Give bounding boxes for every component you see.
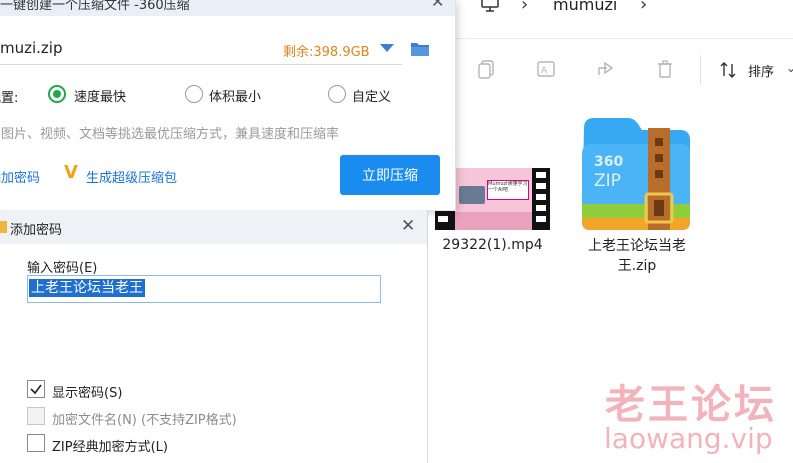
checkbox-icon — [27, 434, 45, 452]
dropdown-arrow-icon[interactable] — [380, 44, 394, 52]
password-value: 上老王论坛当老王 — [29, 279, 145, 297]
password-titlebar: 添加密码 ✕ — [0, 210, 427, 244]
option-fastest[interactable]: 速度最快 — [48, 83, 148, 105]
file-name: 29322(1).mp4 — [442, 237, 543, 253]
browse-folder-icon[interactable] — [410, 40, 430, 58]
radio-selected-icon — [48, 85, 66, 103]
laptop-illustration — [459, 186, 485, 204]
svg-text:A: A — [541, 66, 548, 76]
compress-dialog: 一键创建一个压缩文件 -360压缩 ✕ muzi.zip 剩余:398.9GB … — [0, 0, 456, 211]
computer-icon[interactable] — [480, 0, 500, 14]
chevron-down-icon: ⌄ — [786, 61, 793, 75]
option-hint: 为图片、视频、文档等挑选最优压缩方式，兼具速度和压缩率 — [0, 127, 340, 141]
watermark-url: laowang.vip — [604, 422, 773, 455]
option-label: 体积最小 — [209, 90, 262, 105]
option-smallest[interactable]: 体积最小 — [185, 83, 285, 105]
rename-icon[interactable]: A — [535, 58, 557, 80]
breadcrumb-folder[interactable]: mumuzi — [553, 0, 617, 14]
archive-path-input[interactable]: muzi.zip 剩余:398.9GB — [0, 33, 402, 65]
file-item[interactable]: 360 ZIP 上老王论坛当老王.zip — [572, 112, 702, 277]
thumb-caption-box: Mumuzi读懂学习一个AI吧 — [487, 180, 529, 200]
compress-title: 一键创建一个压缩文件 -360压缩 — [0, 0, 190, 13]
toolbar-vdivider — [700, 55, 701, 85]
desk-illustration — [455, 212, 532, 230]
close-icon[interactable]: ✕ — [431, 0, 444, 11]
encrypt-filename-checkbox: 加密文件名(N) (不支持ZIP格式) — [27, 407, 287, 428]
toolbar-divider — [455, 38, 793, 39]
config-label: 配置: — [0, 91, 19, 106]
delete-icon[interactable] — [654, 58, 676, 80]
checkbox-checked-icon — [27, 380, 45, 398]
option-custom[interactable]: 自定义 — [328, 83, 418, 105]
sort-icon — [720, 62, 736, 78]
password-dialog-title: 添加密码 — [10, 223, 63, 238]
password-label: 输入密码(E) — [27, 261, 98, 276]
radio-icon — [328, 85, 346, 103]
option-label: 自定义 — [352, 90, 392, 105]
svg-text:360: 360 — [594, 154, 623, 170]
super-pack-link[interactable]: V 生成超级压缩包 — [64, 162, 204, 186]
film-holes — [536, 172, 548, 222]
checkbox-label: 显示密码(S) — [52, 386, 123, 401]
zip-classic-encryption-checkbox[interactable]: ZIP经典加密方式(L) — [27, 434, 227, 455]
link-clip: 添加密码 — [0, 167, 60, 185]
v-badge-icon: V — [64, 162, 78, 183]
checkbox-label: 加密文件名(N) (不支持ZIP格式) — [52, 413, 237, 428]
compress-titlebar: 一键创建一个压缩文件 -360压缩 ✕ — [0, 0, 455, 16]
option-label: 速度最快 — [74, 90, 127, 105]
super-pack-label: 生成超级压缩包 — [86, 171, 178, 186]
thumb-caption: Mumuzi读懂学习一个AI吧 — [488, 181, 528, 193]
show-password-checkbox[interactable]: 显示密码(S) — [27, 380, 227, 401]
app-icon — [0, 221, 7, 233]
file-name: 上老王论坛当老王.zip — [588, 238, 686, 274]
zip-archive-icon: 360 ZIP — [576, 114, 696, 232]
archive-path-value: muzi.zip — [0, 39, 63, 57]
svg-text:ZIP: ZIP — [594, 171, 621, 191]
copy-icon[interactable] — [475, 58, 497, 80]
add-password-dialog: 添加密码 ✕ 输入密码(E) 上老王论坛当老王 显示密码(S) 加密文件名(N)… — [0, 210, 428, 463]
breadcrumb-separator-icon: › — [640, 0, 648, 15]
share-icon[interactable] — [595, 58, 617, 80]
breadcrumb-separator-icon: › — [521, 0, 529, 15]
checkbox-label: ZIP经典加密方式(L) — [52, 440, 168, 455]
sort-label: 排序 — [748, 65, 775, 80]
sort-button[interactable]: 排序 ⌄ — [718, 59, 793, 81]
close-icon[interactable]: ✕ — [401, 216, 415, 236]
free-space-label: 剩余:398.9GB — [283, 45, 370, 60]
checkbox-disabled-icon — [27, 407, 45, 425]
compress-now-button[interactable]: 立即压缩 — [340, 155, 440, 195]
add-password-link[interactable]: 添加密码 — [0, 167, 40, 185]
video-frame: Mumuzi读懂学习一个AI吧 — [455, 168, 532, 230]
hint-clip: 为图片、视频、文档等挑选最优压缩方式，兼具速度和压缩率 — [0, 123, 440, 141]
radio-icon — [185, 85, 203, 103]
password-input[interactable]: 上老王论坛当老王 — [27, 275, 381, 303]
